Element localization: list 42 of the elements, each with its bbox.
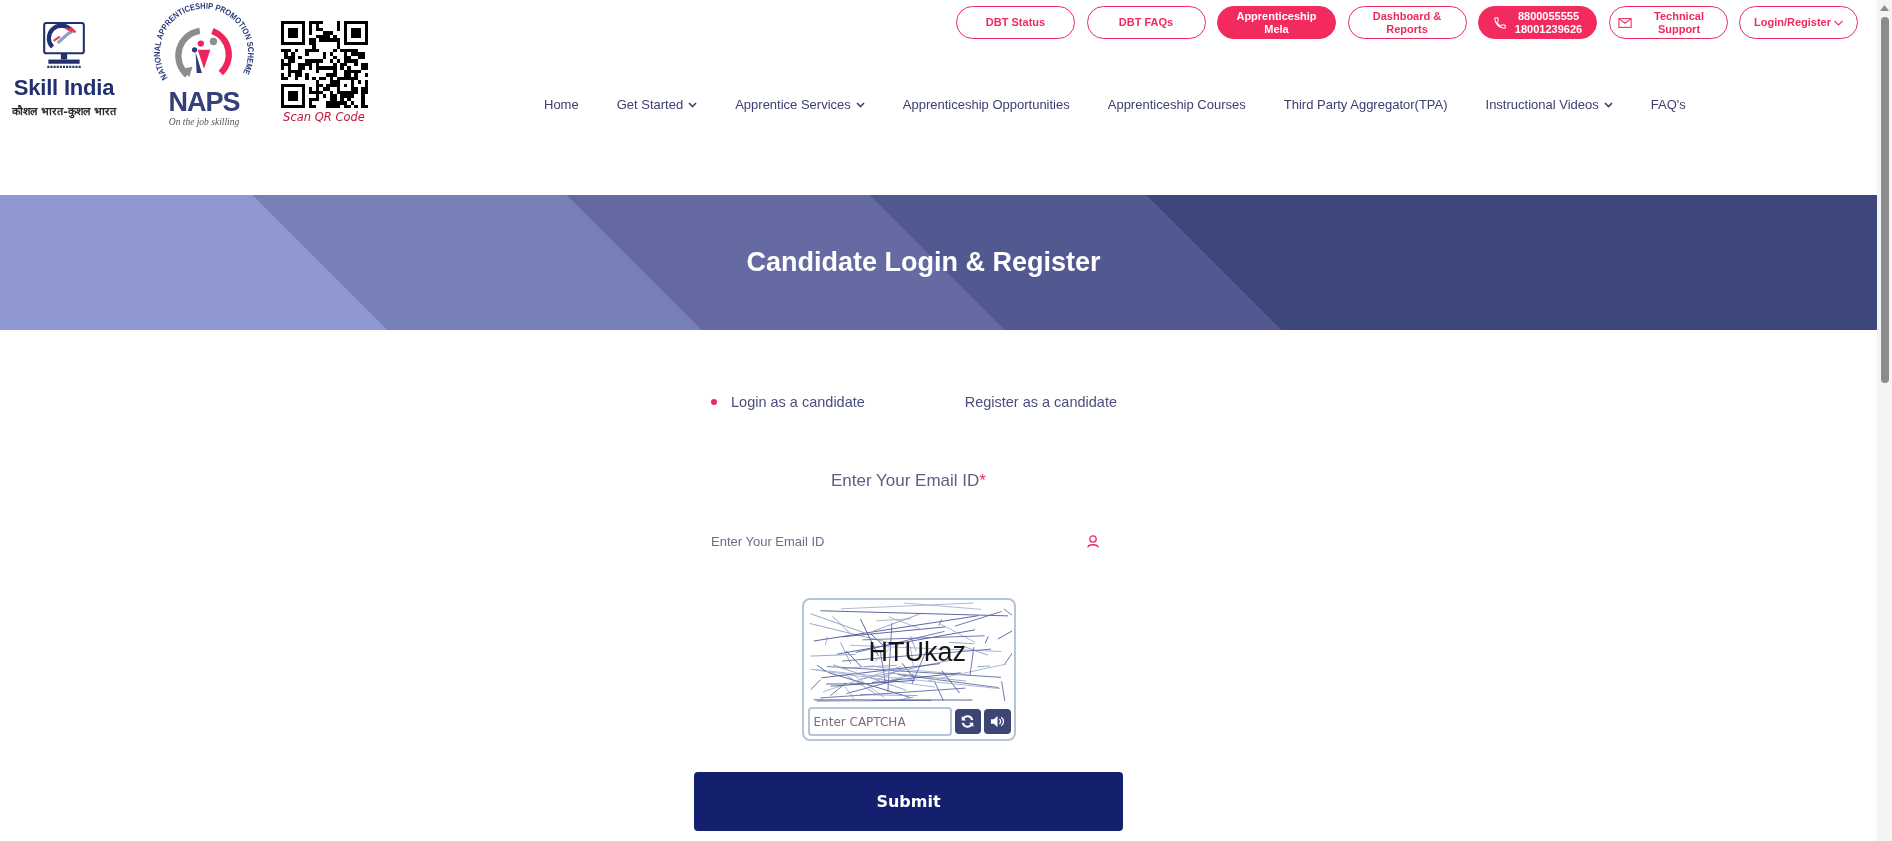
nav-link[interactable]: Apprenticeship Courses xyxy=(1107,97,1246,113)
qr-code-icon xyxy=(280,21,368,108)
header-link-button[interactable]: DBT Status xyxy=(956,6,1075,39)
banner-title: Candidate Login & Register xyxy=(746,247,1101,278)
logo-title: Skill India xyxy=(13,76,115,100)
captcha-input[interactable]: Enter CAPTCHA xyxy=(807,707,952,736)
support-button[interactable]: Technical Support xyxy=(1608,6,1728,39)
logo-tagline: On the job skilling xyxy=(168,117,240,127)
speaker-icon xyxy=(989,714,1005,729)
chevron-down-icon xyxy=(688,102,698,108)
qr-caption: Scan QR Code xyxy=(283,110,365,124)
header-link-button[interactable]: DBT FAQs xyxy=(1086,6,1206,39)
scrollbar[interactable] xyxy=(1877,0,1892,841)
chevron-down-icon xyxy=(855,102,865,108)
nav-link[interactable]: Home xyxy=(544,97,579,113)
user-icon xyxy=(1087,534,1099,548)
nav-link[interactable]: FAQ's xyxy=(1650,97,1686,113)
nav-link[interactable]: Get Started xyxy=(616,97,698,113)
tab[interactable]: Login as a candidate xyxy=(711,393,865,411)
header-link-button[interactable]: Apprenticeship Mela xyxy=(1217,6,1336,39)
nav-link[interactable]: Apprentice Services xyxy=(735,97,865,113)
monitor-icon xyxy=(43,22,85,70)
login-register-button[interactable]: Login/Register xyxy=(1739,6,1858,39)
nav-link[interactable]: Third Party Aggregator(TPA) xyxy=(1283,97,1448,113)
envelope-icon xyxy=(1617,15,1632,30)
refresh-button[interactable] xyxy=(954,709,981,734)
logo-tagline: कौशल भारत-कुशल भारत xyxy=(12,104,116,118)
refresh-icon xyxy=(960,714,976,729)
nav-link[interactable]: Apprenticeship Opportunities xyxy=(902,97,1070,113)
helpline-button[interactable]: 8800055555 18001239626 xyxy=(1478,6,1597,39)
submit-button[interactable]: Submit xyxy=(694,772,1123,831)
scroll-up-arrow-icon[interactable] xyxy=(1880,5,1889,11)
tab[interactable]: Register as a candidate xyxy=(944,393,1117,411)
header-link-button[interactable]: Dashboard & Reports xyxy=(1347,6,1467,39)
chevron-down-icon xyxy=(1603,102,1613,108)
logo-title: NAPS xyxy=(168,89,240,115)
audio-button[interactable] xyxy=(984,709,1011,734)
nav-link[interactable]: Instructional Videos xyxy=(1485,97,1613,113)
scrollbar-thumb[interactable] xyxy=(1880,17,1889,383)
phone-icon xyxy=(1492,15,1507,30)
caret-down-icon xyxy=(1834,19,1843,26)
field-label: Enter Your Email ID* xyxy=(831,471,986,491)
